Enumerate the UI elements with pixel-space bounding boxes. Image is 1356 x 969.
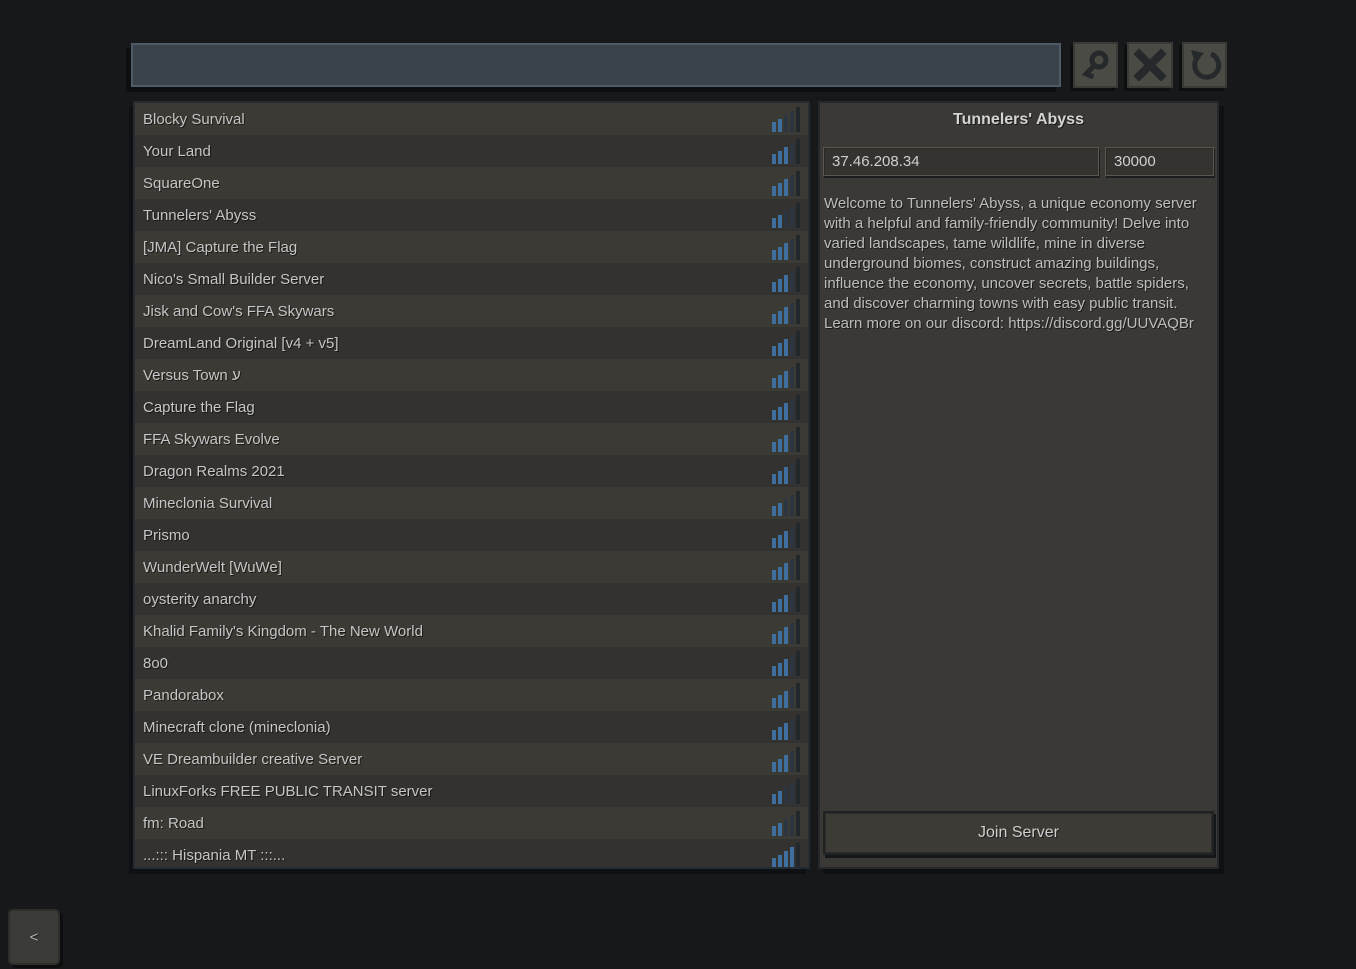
ping-icon [772, 394, 800, 420]
ping-icon [772, 362, 800, 388]
ping-icon [772, 330, 800, 356]
ping-icon [772, 266, 800, 292]
server-list[interactable]: Blocky Survival Your Land SquareOne Tunnele… [133, 101, 810, 869]
server-name: Dragon Realms 2021 [143, 463, 772, 480]
server-row[interactable]: Nico's Small Builder Server [135, 263, 808, 295]
server-row[interactable]: Blocky Survival [135, 103, 808, 135]
clear-icon [1132, 47, 1168, 83]
server-row[interactable]: DreamLand Original [v4 + v5] [135, 327, 808, 359]
server-row[interactable]: Khalid Family's Kingdom - The New World [135, 615, 808, 647]
ping-icon [772, 682, 800, 708]
join-server-button[interactable]: Join Server [823, 811, 1214, 855]
ping-icon [772, 170, 800, 196]
server-name: 8o0 [143, 655, 772, 672]
ping-icon [772, 554, 800, 580]
ping-icon [772, 746, 800, 772]
server-row[interactable]: LinuxForks FREE PUBLIC TRANSIT server [135, 775, 808, 807]
server-name: DreamLand Original [v4 + v5] [143, 335, 772, 352]
ping-icon [772, 298, 800, 324]
server-row[interactable]: Minecraft clone (mineclonia) [135, 711, 808, 743]
ping-icon [772, 842, 800, 868]
server-row[interactable]: Tunnelers' Abyss [135, 199, 808, 231]
back-button-label: < [30, 929, 39, 946]
server-name: SquareOne [143, 175, 772, 192]
join-server-label: Join Server [978, 824, 1059, 842]
search-input[interactable] [131, 43, 1061, 87]
server-details-panel: Tunnelers' Abyss Welcome to Tunnelers' A… [818, 101, 1219, 869]
ping-icon [772, 522, 800, 548]
server-row[interactable]: SquareOne [135, 167, 808, 199]
server-row[interactable]: oysterity anarchy [135, 583, 808, 615]
server-name: fm: Road [143, 815, 772, 832]
server-row[interactable]: Capture the Flag [135, 391, 808, 423]
server-name: Pandorabox [143, 687, 772, 704]
server-row[interactable]: Prismo [135, 519, 808, 551]
search-icon [1078, 47, 1114, 83]
ping-icon [772, 202, 800, 228]
server-name: Mineclonia Survival [143, 495, 772, 512]
server-row[interactable]: Your Land [135, 135, 808, 167]
ping-icon [772, 234, 800, 260]
ping-icon [772, 490, 800, 516]
server-name: Minecraft clone (mineclonia) [143, 719, 772, 736]
server-name: VE Dreambuilder creative Server [143, 751, 772, 768]
server-row[interactable]: Jisk and Cow's FFA Skywars [135, 295, 808, 327]
server-name: Prismo [143, 527, 772, 544]
server-row[interactable]: 8o0 [135, 647, 808, 679]
ping-icon [772, 810, 800, 836]
server-name: FFA Skywars Evolve [143, 431, 772, 448]
ping-icon [772, 778, 800, 804]
server-name: Tunnelers' Abyss [143, 207, 772, 224]
server-description: Welcome to Tunnelers' Abyss, a unique ec… [824, 194, 1212, 334]
server-name: Nico's Small Builder Server [143, 271, 772, 288]
ping-icon [772, 618, 800, 644]
server-name: Jisk and Cow's FFA Skywars [143, 303, 772, 320]
refresh-button[interactable] [1182, 42, 1227, 88]
server-row[interactable]: FFA Skywars Evolve [135, 423, 808, 455]
address-field[interactable] [823, 147, 1099, 176]
server-name: Khalid Family's Kingdom - The New World [143, 623, 772, 640]
server-row[interactable]: [JMA] Capture the Flag [135, 231, 808, 263]
server-row[interactable]: Mineclonia Survival [135, 487, 808, 519]
server-name: ...::: Hispania MT :::... [143, 847, 772, 864]
server-row[interactable]: WunderWelt [WuWe] [135, 551, 808, 583]
server-name: oysterity anarchy [143, 591, 772, 608]
server-row[interactable]: ...::: Hispania MT :::... [135, 839, 808, 869]
server-name: WunderWelt [WuWe] [143, 559, 772, 576]
ping-icon [772, 426, 800, 452]
server-name: Blocky Survival [143, 111, 772, 128]
ping-icon [772, 458, 800, 484]
server-name: Versus Town ע [143, 367, 772, 384]
server-name: Capture the Flag [143, 399, 772, 416]
server-row[interactable]: fm: Road [135, 807, 808, 839]
port-field[interactable] [1105, 147, 1214, 176]
ping-icon [772, 138, 800, 164]
ping-icon [772, 650, 800, 676]
server-row[interactable]: Dragon Realms 2021 [135, 455, 808, 487]
ping-icon [772, 106, 800, 132]
server-name: [JMA] Capture the Flag [143, 239, 772, 256]
server-row[interactable]: Versus Town ע [135, 359, 808, 391]
clear-button[interactable] [1127, 42, 1173, 88]
search-button[interactable] [1073, 42, 1118, 88]
ping-icon [772, 714, 800, 740]
ping-icon [772, 586, 800, 612]
server-name: LinuxForks FREE PUBLIC TRANSIT server [143, 783, 772, 800]
refresh-icon [1187, 47, 1223, 83]
server-name: Your Land [143, 143, 772, 160]
server-row[interactable]: VE Dreambuilder creative Server [135, 743, 808, 775]
server-row[interactable]: Pandorabox [135, 679, 808, 711]
server-title: Tunnelers' Abyss [820, 111, 1217, 129]
back-button[interactable]: < [8, 909, 60, 965]
